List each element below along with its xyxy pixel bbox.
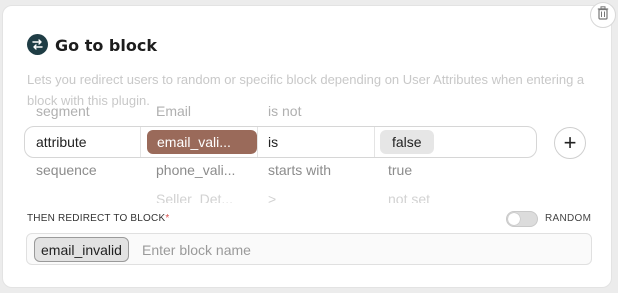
required-mark: * — [165, 213, 170, 224]
plugin-title: Go to block — [55, 36, 157, 55]
picker-row-above[interactable]: segment Email is not — [3, 103, 543, 123]
block-name-input[interactable] — [142, 238, 562, 262]
picker-type-option[interactable]: sequence — [36, 162, 97, 178]
toggle-knob — [508, 213, 520, 225]
divider — [257, 127, 258, 157]
add-condition-button[interactable]: + — [554, 127, 586, 159]
picker-type-option[interactable]: segment — [36, 103, 90, 119]
condition-type[interactable]: attribute — [36, 127, 87, 157]
picker-value-option[interactable]: not set — [388, 191, 430, 203]
picker-row-below[interactable]: sequence phone_vali... starts with true — [3, 162, 543, 182]
condition-row: attribute email_vali... is false — [24, 126, 537, 158]
picker-row-faded[interactable]: Seller_Det... > not set — [3, 191, 543, 203]
go-to-block-card: Go to block Lets you redirect users to r… — [2, 5, 612, 288]
picker-operator-option[interactable]: > — [268, 191, 276, 203]
trash-icon — [597, 5, 609, 25]
block-name-field[interactable]: email_invalid — [26, 233, 592, 265]
delete-plugin-button[interactable] — [590, 2, 616, 28]
picker-attribute-option[interactable]: phone_vali... — [156, 162, 235, 178]
condition-attribute-chip[interactable]: email_vali... — [147, 130, 257, 154]
picker-operator-option[interactable]: is not — [268, 103, 301, 119]
divider — [374, 127, 375, 157]
condition-value-chip[interactable]: false — [380, 130, 434, 154]
plus-icon: + — [563, 130, 577, 155]
random-toggle[interactable] — [506, 211, 538, 227]
redirect-label-text: THEN REDIRECT TO BLOCK — [27, 213, 166, 224]
picker-operator-option[interactable]: starts with — [268, 162, 331, 178]
picker-attribute-option[interactable]: Seller_Det... — [156, 191, 233, 203]
condition-operator[interactable]: is — [268, 127, 278, 157]
picker-attribute-option[interactable]: Email — [156, 103, 191, 119]
redirect-label: THEN REDIRECT TO BLOCK* — [27, 213, 169, 224]
random-label: RANDOM — [545, 213, 592, 224]
redirect-arrows-icon — [27, 34, 48, 55]
selected-block-chip[interactable]: email_invalid — [34, 237, 129, 262]
picker-value-option[interactable]: true — [388, 162, 412, 178]
divider — [140, 127, 141, 157]
